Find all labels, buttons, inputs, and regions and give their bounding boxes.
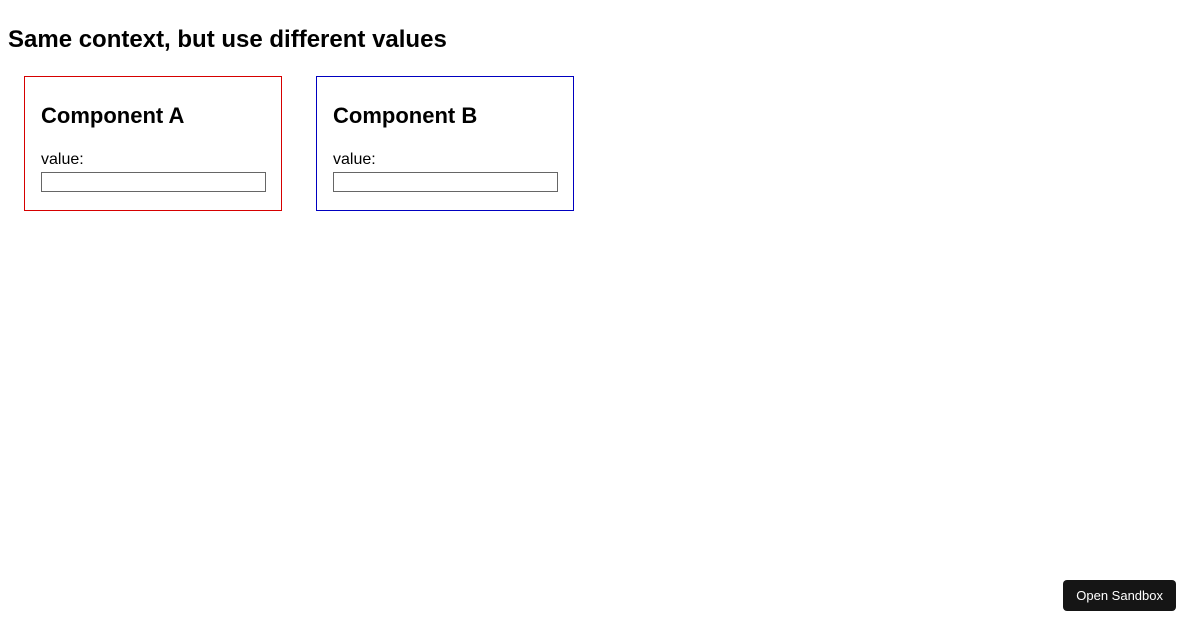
component-a-title: Component A [41, 103, 265, 129]
component-a-value-input[interactable] [41, 172, 266, 192]
component-b-value-label: value: [333, 151, 557, 169]
component-a-box: Component A value: [24, 76, 282, 211]
components-row: Component A value: Component B value: [8, 76, 1192, 211]
component-b-title: Component B [333, 103, 557, 129]
component-a-value-label: value: [41, 151, 265, 169]
component-b-box: Component B value: [316, 76, 574, 211]
open-sandbox-button[interactable]: Open Sandbox [1063, 580, 1176, 611]
component-b-value-input[interactable] [333, 172, 558, 192]
page-heading: Same context, but use different values [8, 26, 1192, 54]
